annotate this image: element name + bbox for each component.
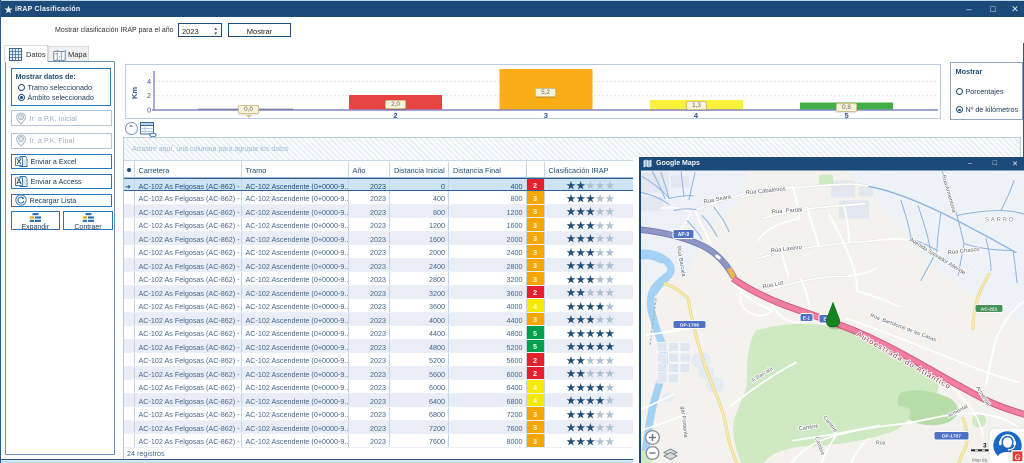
svg-text:Rúa: Rúa xyxy=(876,440,886,446)
svg-text:AP-9: AP-9 xyxy=(678,231,690,237)
svg-text:5: 5 xyxy=(845,111,849,119)
svg-text:2: 2 xyxy=(393,111,397,119)
svg-text:3: 3 xyxy=(544,111,548,119)
svg-text:3: 3 xyxy=(983,442,987,449)
svg-text:4: 4 xyxy=(694,111,699,119)
svg-text:SARRO: SARRO xyxy=(985,216,1015,223)
svg-text:0: 0 xyxy=(147,108,151,115)
svg-text:Map da...: Map da... xyxy=(972,457,991,462)
svg-text:X: X xyxy=(16,157,21,166)
svg-text:AC-221: AC-221 xyxy=(981,306,998,312)
svg-text:@: @ xyxy=(18,115,23,121)
svg-text:DP-1706: DP-1706 xyxy=(680,322,699,328)
svg-text:4: 4 xyxy=(147,79,151,86)
svg-text:DP-1707: DP-1707 xyxy=(942,433,961,439)
svg-text:A: A xyxy=(16,177,22,186)
svg-text:E-1: E-1 xyxy=(803,315,811,320)
svg-text:G: G xyxy=(1014,452,1020,461)
svg-text:@: @ xyxy=(18,137,23,143)
svg-text:E: E xyxy=(823,316,826,321)
svg-text:2: 2 xyxy=(147,93,151,100)
svg-text:Km: Km xyxy=(130,87,139,99)
